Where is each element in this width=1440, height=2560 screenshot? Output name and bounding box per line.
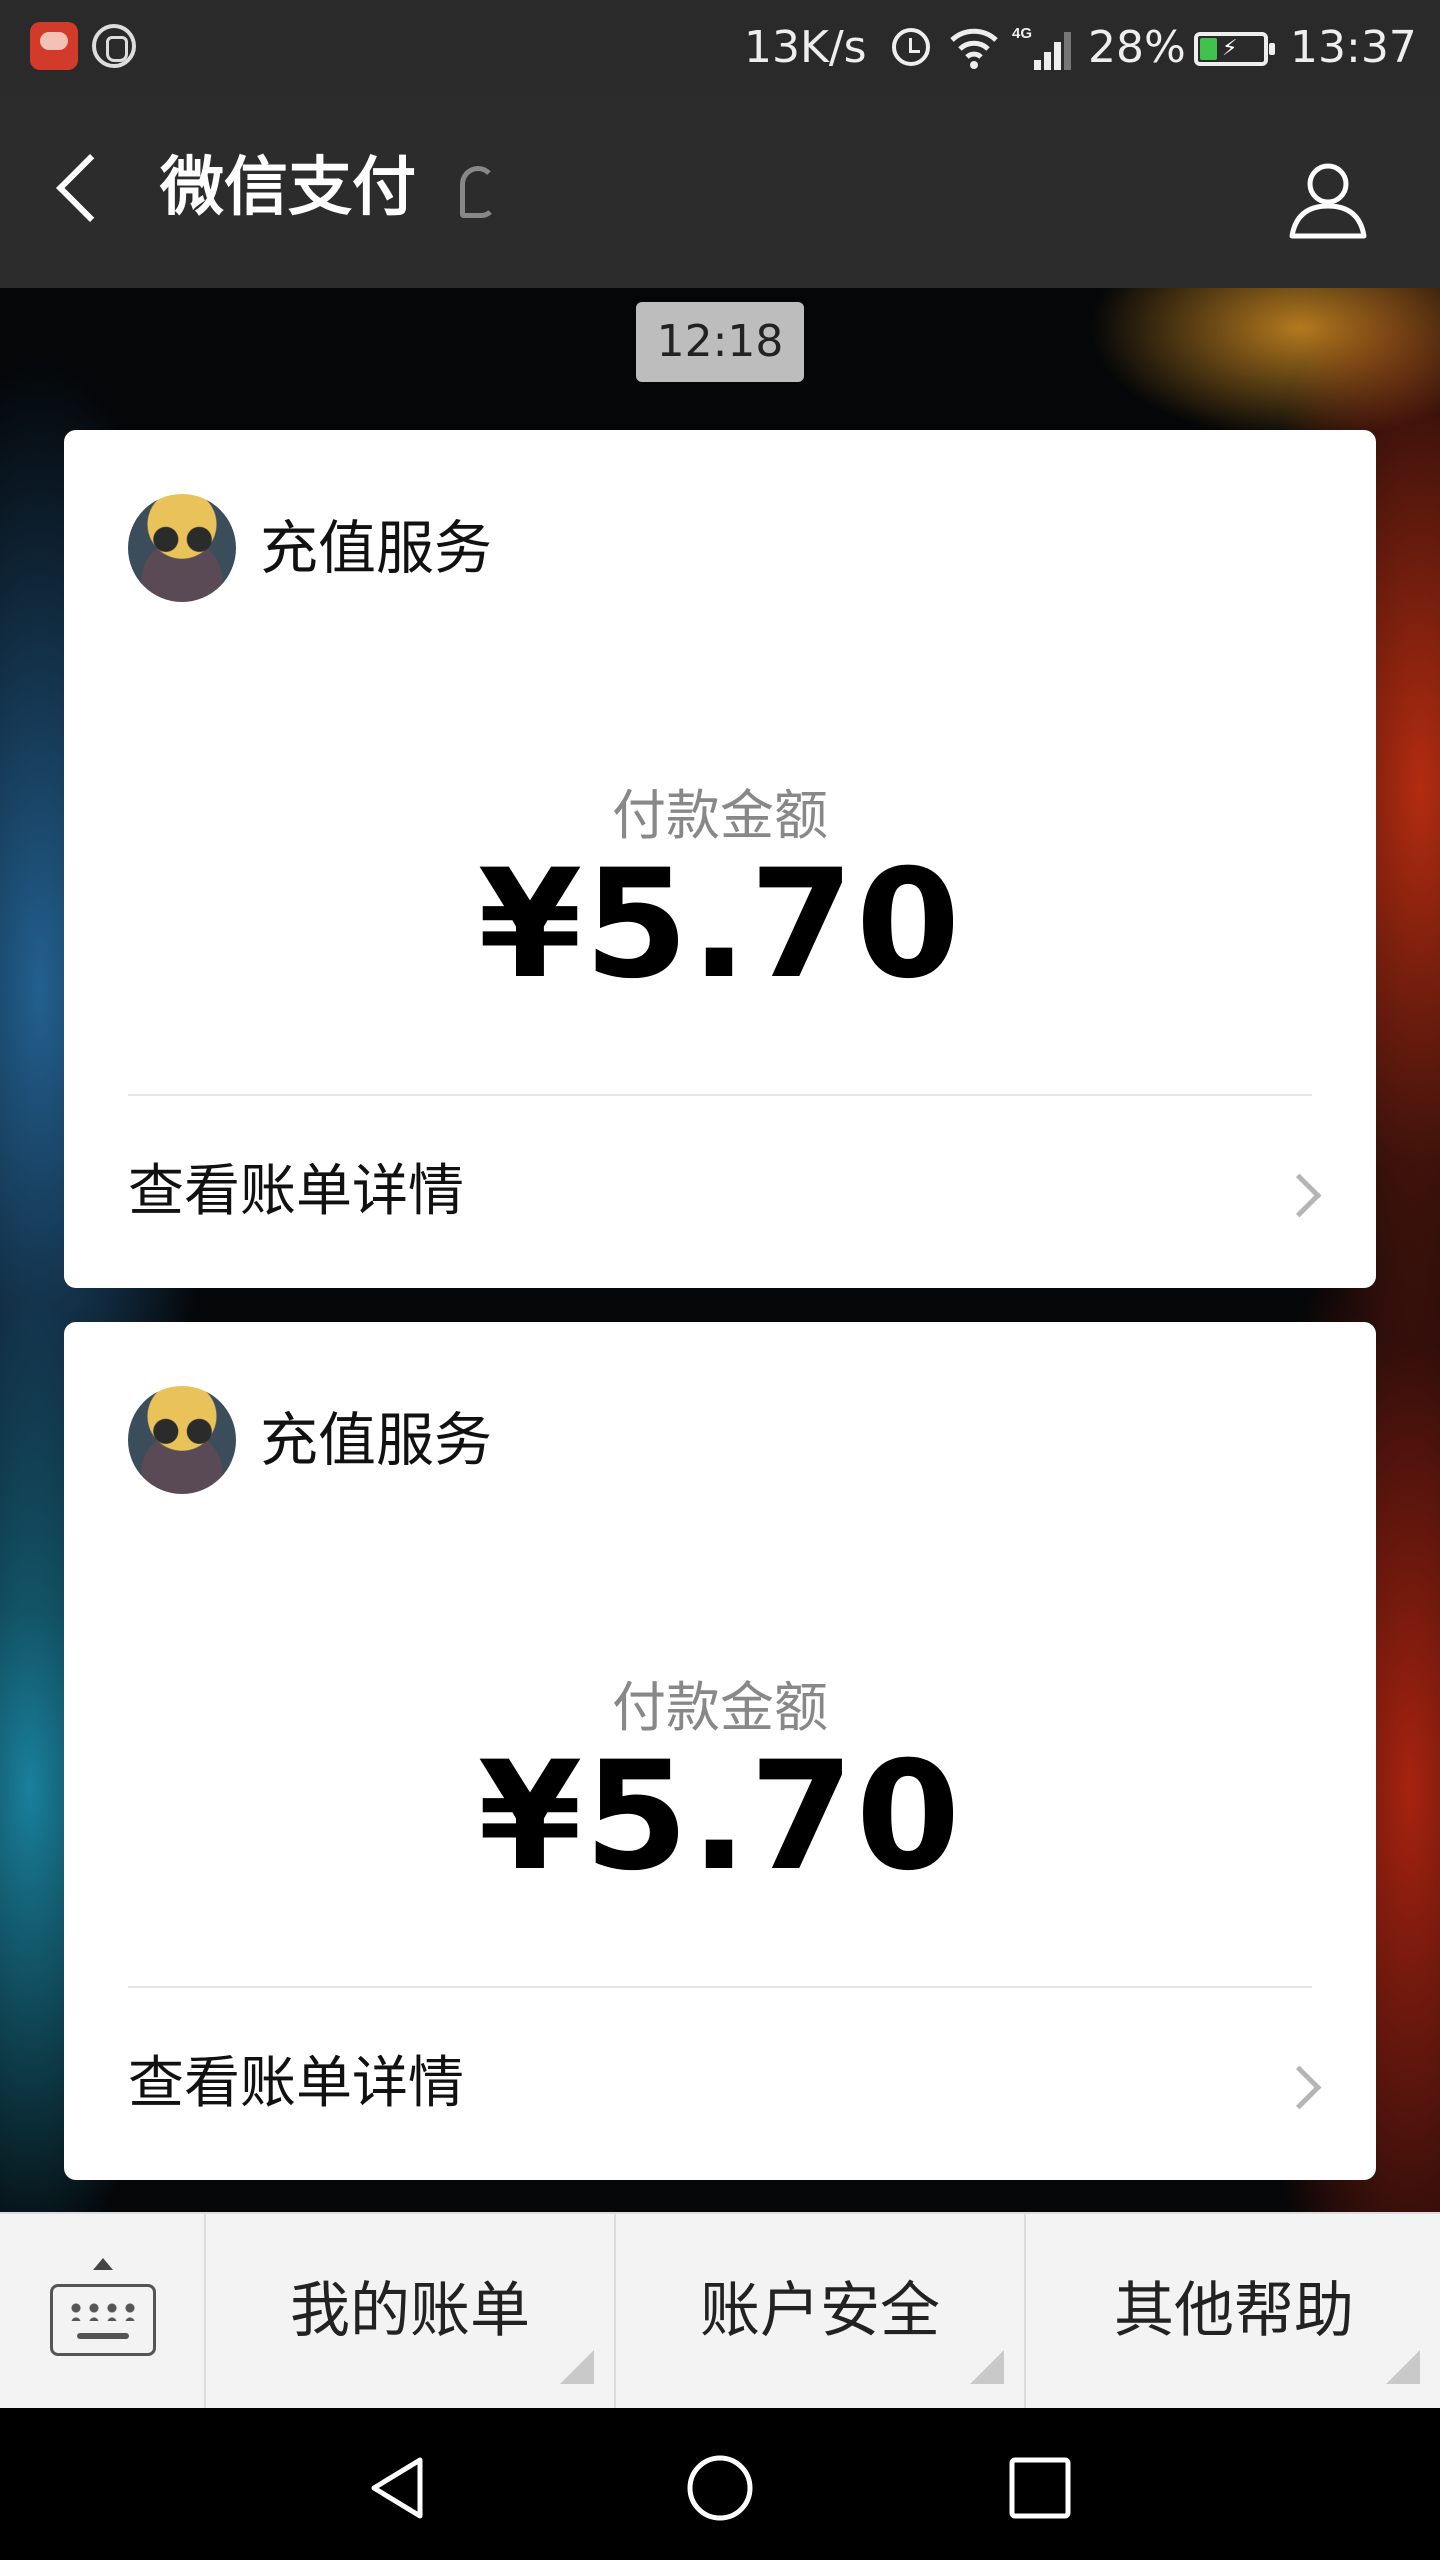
- profile-button[interactable]: [1280, 152, 1376, 248]
- recents-square-icon[interactable]: [1000, 2448, 1080, 2528]
- home-circle-icon[interactable]: [680, 2448, 760, 2528]
- alarm-icon: [892, 28, 930, 66]
- menu-my-bills[interactable]: 我的账单: [206, 2214, 616, 2408]
- payment-amount: ¥5.70: [477, 1730, 963, 1904]
- back-triangle-icon[interactable]: [360, 2448, 440, 2528]
- view-bill-details-row[interactable]: 查看账单详情: [64, 1096, 1376, 1288]
- payment-card[interactable]: 充值服务 付款金额 ¥5.70 查看账单详情: [64, 1322, 1376, 2180]
- charging-bolt-icon: ⚡: [1222, 36, 1238, 61]
- back-button[interactable]: [40, 140, 124, 236]
- wifi-icon: [950, 28, 998, 69]
- ear-icon: [460, 166, 496, 218]
- submenu-corner-icon: [970, 2350, 1004, 2384]
- payment-card[interactable]: 充值服务 付款金额 ¥5.70 查看账单详情: [64, 430, 1376, 1288]
- service-menu-bar: 我的账单 账户安全 其他帮助: [0, 2212, 1440, 2408]
- network-speed: 13K/s: [744, 22, 867, 73]
- person-icon: [1289, 163, 1367, 239]
- chevron-right-icon: [1277, 1173, 1322, 1218]
- battery-percent: 28%: [1088, 22, 1186, 73]
- service-name: 充值服务: [260, 514, 493, 582]
- view-bill-details-label: 查看账单详情: [128, 1159, 464, 1224]
- chevron-left-icon: [56, 154, 124, 222]
- menu-other-help[interactable]: 其他帮助: [1028, 2214, 1440, 2408]
- menu-item-label: 我的账单: [290, 2276, 530, 2346]
- menu-item-label: 账户安全: [700, 2276, 940, 2346]
- keyboard-icon: [50, 2284, 156, 2356]
- view-bill-details-label: 查看账单详情: [128, 2051, 464, 2116]
- message-timestamp: 12:18: [636, 302, 804, 382]
- submenu-corner-icon: [1386, 2350, 1420, 2384]
- avatar: [128, 1386, 236, 1494]
- page-title: 微信支付: [160, 151, 416, 225]
- status-clock: 13:37: [1290, 22, 1417, 73]
- service-name: 充值服务: [260, 1406, 493, 1474]
- payment-amount: ¥5.70: [477, 838, 963, 1012]
- view-bill-details-row[interactable]: 查看账单详情: [64, 1988, 1376, 2180]
- keyboard-toggle-button[interactable]: [0, 2214, 206, 2408]
- app-notification-icon: [30, 22, 78, 70]
- menu-account-security[interactable]: 账户安全: [616, 2214, 1026, 2408]
- battery-fill: [1200, 38, 1217, 60]
- submenu-corner-icon: [560, 2350, 594, 2384]
- chevron-right-icon: [1277, 2065, 1322, 2110]
- 4g-signal-icon: 4G: [1012, 25, 1071, 70]
- system-nav-bar: [0, 2408, 1440, 2560]
- title-bar: 微信支付: [0, 96, 1440, 288]
- hand-icon: [92, 24, 136, 68]
- svg-text:4G: 4G: [1012, 25, 1032, 42]
- menu-item-label: 其他帮助: [1114, 2276, 1354, 2346]
- status-bar: 13K/s 4G 28% ⚡ 13:37: [0, 0, 1440, 96]
- caret-up-icon: [93, 2258, 113, 2270]
- battery-charging-icon: ⚡: [1194, 32, 1275, 66]
- avatar: [128, 494, 236, 602]
